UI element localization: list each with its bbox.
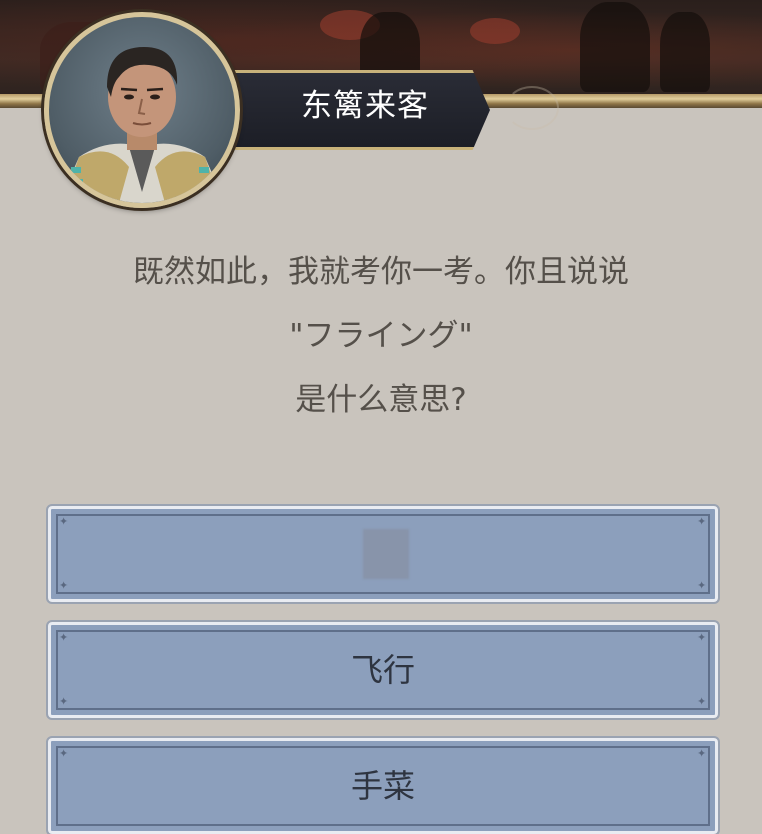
answer-option-2[interactable]: ✦ ✦ ✦ ✦ 飞行 bbox=[46, 620, 720, 720]
scene-figure bbox=[580, 2, 650, 92]
answer-option-1[interactable]: ✦ ✦ ✦ ✦ bbox=[46, 504, 720, 604]
answer-label: 手菜 bbox=[350, 767, 415, 805]
answer-option-3[interactable]: ✦ ✦ 手菜 bbox=[46, 736, 720, 834]
scene-figure bbox=[660, 12, 710, 92]
dialog-line-2: "フライング" bbox=[289, 318, 473, 354]
scene-lamp bbox=[470, 18, 520, 44]
answer-label bbox=[51, 509, 715, 599]
npc-portrait bbox=[44, 12, 240, 208]
cloud-ornament-icon bbox=[505, 86, 559, 130]
dialog-line-1: 既然如此，我就考你一考。你且说说 bbox=[133, 254, 629, 290]
answer-label: 飞行 bbox=[350, 651, 415, 689]
npc-portrait-image bbox=[59, 47, 225, 203]
dialog-line-3: 是什么意思? bbox=[295, 382, 467, 418]
speaker-name: 东篱来客 bbox=[301, 88, 429, 124]
